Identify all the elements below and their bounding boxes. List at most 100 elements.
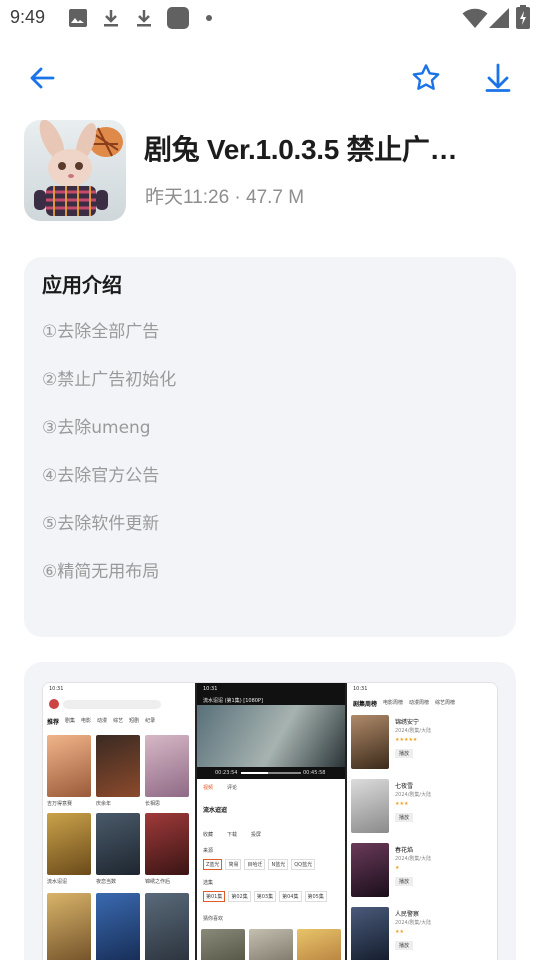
star-outline-icon bbox=[412, 64, 440, 90]
recommend-label: 猜你喜欢 bbox=[203, 916, 224, 922]
mini-tabs: 推荐 剧集 电影 动漫 综艺 短剧 纪录 bbox=[47, 717, 155, 726]
mini-tab: 评论 bbox=[227, 785, 238, 791]
app-title: 剧兔 Ver.1.0.3.5 禁止广… bbox=[144, 134, 458, 165]
screenshots-card: 10:31 推荐 剧集 电影 动漫 综艺 短剧 纪录 吉万得意赛 庆余年 长相思… bbox=[24, 662, 516, 960]
rank-name: 春花焰 bbox=[395, 847, 414, 854]
play-button[interactable]: 播放 bbox=[395, 813, 414, 822]
image-icon bbox=[69, 9, 87, 27]
app-square-icon bbox=[167, 7, 189, 29]
screenshot-rankings: 10:31 剧集周榜 电影周榜 动漫周榜 综艺周榜 锦绣安宁 2024/剧集/大… bbox=[347, 683, 497, 960]
rank-meta: 2024/剧集/大陆 bbox=[395, 856, 432, 862]
rank-name: 七夜雪 bbox=[395, 783, 414, 790]
episode-chip: 第03集 bbox=[253, 891, 277, 902]
rank-name: 锦绣安宁 bbox=[395, 719, 420, 726]
wifi-icon bbox=[462, 8, 488, 28]
poster bbox=[351, 843, 389, 897]
poster bbox=[96, 813, 140, 875]
poster bbox=[47, 813, 91, 875]
video-frame bbox=[197, 705, 345, 767]
status-bar: 9:49 bbox=[0, 0, 540, 36]
screenshot-player: 10:31 流水迢迢 (第1集) [1080P] 00:23:54 00:45:… bbox=[197, 683, 345, 960]
mini-tab: 动漫 bbox=[97, 718, 108, 724]
mini-tab: 剧集 bbox=[65, 718, 76, 724]
mini-tab: 推荐 bbox=[47, 719, 60, 726]
show-name: 流水迢迢 bbox=[203, 807, 228, 814]
description-item: ③去除umeng bbox=[42, 418, 151, 438]
play-button[interactable]: 播放 bbox=[395, 749, 414, 758]
poster bbox=[47, 893, 91, 960]
poster bbox=[145, 735, 189, 797]
description-item: ①去除全部广告 bbox=[42, 322, 160, 342]
description-item: ⑤去除软件更新 bbox=[42, 514, 160, 534]
mini-tab: 综艺 bbox=[113, 718, 124, 724]
episode-chip: 第04集 bbox=[279, 891, 302, 902]
episode-list: 第01集 第02集 第03集 第04集 第05集 bbox=[203, 891, 327, 902]
back-button[interactable] bbox=[24, 60, 60, 96]
rank-meta: 2024/剧集/大陆 bbox=[395, 792, 432, 798]
mini-tab: 剧集周榜 bbox=[353, 701, 378, 708]
signal-icon bbox=[489, 8, 509, 28]
download-button[interactable] bbox=[480, 60, 516, 96]
rating-stars: ★★ bbox=[395, 929, 404, 935]
episode-chip: 第02集 bbox=[228, 891, 251, 902]
mini-tab: 纪录 bbox=[145, 718, 156, 724]
mini-tab: 电影 bbox=[81, 718, 92, 724]
download-icon bbox=[137, 10, 151, 27]
video-title: 流水迢迢 (第1集) [1080P] bbox=[203, 698, 263, 704]
play-button[interactable]: 播放 bbox=[395, 941, 414, 950]
mini-tabs: 剧集周榜 电影周榜 动漫周榜 综艺周榜 bbox=[353, 699, 455, 708]
poster bbox=[201, 929, 245, 960]
poster bbox=[145, 893, 189, 960]
dot-icon bbox=[206, 15, 212, 21]
mini-action: 下载 bbox=[227, 832, 238, 838]
progress-bar[interactable] bbox=[241, 772, 301, 774]
source-chip: Z蓝光 bbox=[203, 859, 223, 870]
status-time: 9:49 bbox=[10, 7, 46, 27]
mini-actions: 收藏 下载 投屏 bbox=[203, 831, 261, 838]
episode-label: 选集 bbox=[203, 880, 214, 886]
rating-stars: ★ bbox=[395, 865, 400, 871]
mini-tab: 综艺周榜 bbox=[435, 700, 456, 706]
play-button[interactable]: 播放 bbox=[395, 877, 414, 886]
source-chip: 简易 bbox=[225, 859, 242, 870]
video-duration: 00:45:58 bbox=[303, 770, 326, 776]
screenshot-home: 10:31 推荐 剧集 电影 动漫 综艺 短剧 纪录 吉万得意赛 庆余年 长相思… bbox=[43, 683, 195, 960]
poster-title: 庆余年 bbox=[96, 801, 112, 807]
mini-tab: 电影周榜 bbox=[383, 700, 404, 706]
poster bbox=[249, 929, 293, 960]
description-heading: 应用介绍 bbox=[42, 273, 122, 297]
description-card: 应用介绍 ①去除全部广告 ②禁止广告初始化 ③去除umeng ④去除官方公告 ⑤… bbox=[24, 257, 516, 637]
download-arrow-icon bbox=[485, 63, 511, 92]
poster-title: 夜恋当数 bbox=[96, 879, 117, 885]
poster bbox=[297, 929, 341, 960]
poster bbox=[47, 735, 91, 797]
mini-status-time: 10:31 bbox=[203, 686, 218, 692]
poster-title: 流水迢迢 bbox=[47, 879, 68, 885]
poster-title: 吉万得意赛 bbox=[47, 801, 73, 807]
poster bbox=[145, 813, 189, 875]
mini-tab: 视频 bbox=[203, 785, 214, 791]
mini-tabs: 视频 评论 bbox=[203, 784, 237, 791]
mini-tab: 短剧 bbox=[129, 718, 140, 724]
source-label: 来源 bbox=[203, 848, 214, 854]
rabbit-app-icon bbox=[24, 120, 126, 221]
description-item: ⑥精简无用布局 bbox=[42, 562, 160, 582]
rank-meta: 2024/剧集/大陆 bbox=[395, 920, 432, 926]
rating-stars: ★★★ bbox=[395, 801, 409, 807]
screenshot-image[interactable]: 10:31 推荐 剧集 电影 动漫 综艺 短剧 纪录 吉万得意赛 庆余年 长相思… bbox=[42, 682, 498, 960]
poster bbox=[96, 735, 140, 797]
app-icon bbox=[24, 120, 126, 221]
rank-meta: 2024/剧集/大陆 bbox=[395, 728, 432, 734]
episode-chip: 第01集 bbox=[203, 891, 226, 902]
mini-action: 收藏 bbox=[203, 832, 214, 838]
poster bbox=[351, 907, 389, 960]
favorite-button[interactable] bbox=[408, 60, 444, 96]
description-item: ②禁止广告初始化 bbox=[42, 370, 177, 390]
toolbar bbox=[0, 54, 540, 102]
source-chip: QQ蓝光 bbox=[291, 859, 316, 870]
description-item: ④去除官方公告 bbox=[42, 466, 160, 486]
app-meta: 昨天11:26 · 47.7 M bbox=[145, 187, 305, 208]
mini-tab: 动漫周榜 bbox=[409, 700, 430, 706]
rating-stars: ★★★★★ bbox=[395, 737, 418, 743]
poster bbox=[351, 715, 389, 769]
